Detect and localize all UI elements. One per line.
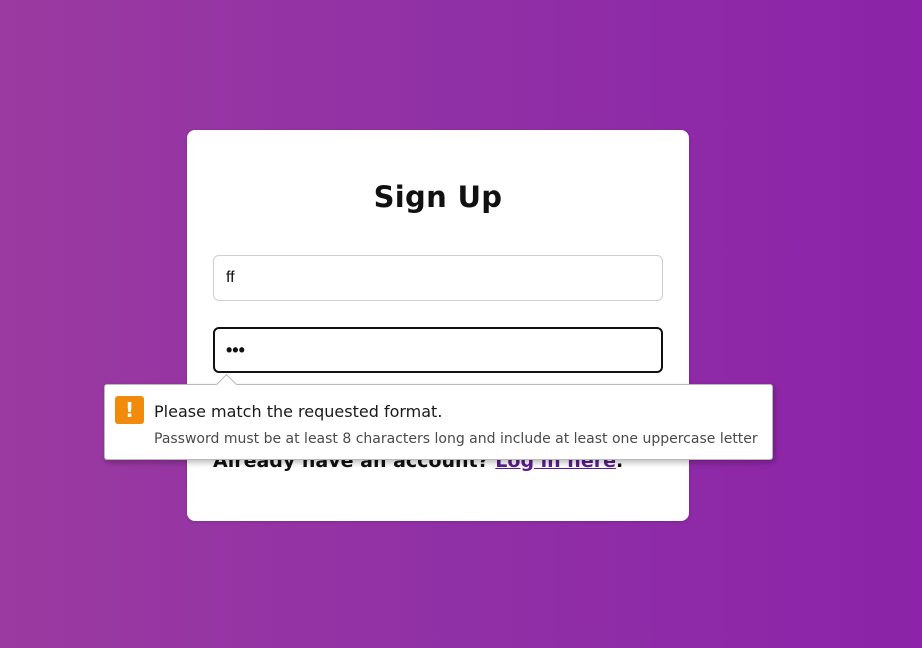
username-input[interactable]: ff: [213, 255, 663, 301]
username-value: ff: [226, 269, 235, 286]
validation-detail: Password must be at least 8 characters l…: [154, 431, 758, 447]
page-title: Sign Up: [373, 180, 503, 214]
signup-card: Sign Up ff ••• Already have an account? …: [187, 130, 689, 521]
warning-icon: !: [115, 396, 144, 424]
validation-message: Please match the requested format.: [154, 402, 443, 421]
password-value: •••: [226, 339, 245, 360]
password-input[interactable]: •••: [213, 327, 663, 373]
validation-tooltip: ! Please match the requested format. Pas…: [104, 373, 773, 460]
